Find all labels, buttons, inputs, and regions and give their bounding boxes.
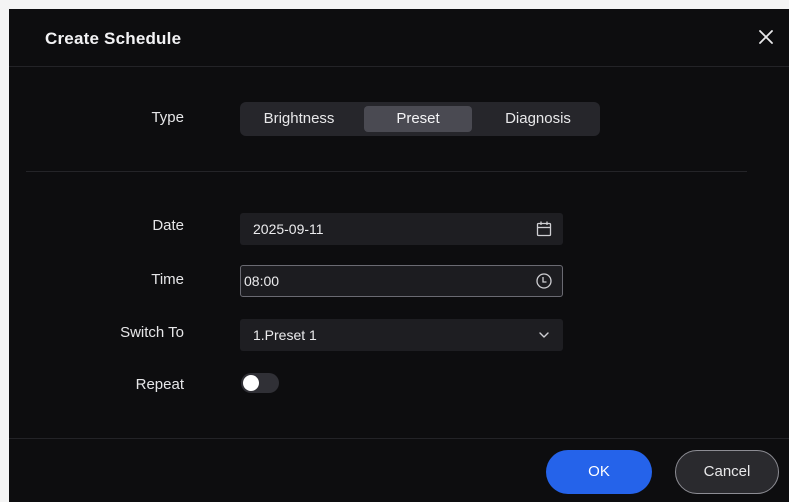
section-divider — [26, 171, 747, 172]
ok-button[interactable]: OK — [546, 450, 652, 494]
dialog-header: Create Schedule — [9, 9, 789, 67]
type-option-preset[interactable]: Preset — [364, 106, 472, 132]
cancel-button[interactable]: Cancel — [675, 450, 779, 494]
time-value: 08:00 — [244, 273, 280, 289]
create-schedule-dialog: Create Schedule Type Brightness Preset D… — [9, 9, 789, 502]
date-value: 2025-09-11 — [253, 221, 324, 237]
type-option-brightness[interactable]: Brightness — [248, 106, 350, 132]
date-field[interactable]: 2025-09-11 — [240, 213, 563, 245]
calendar-icon[interactable] — [535, 220, 553, 238]
switch-to-select[interactable]: 1.Preset 1 — [240, 319, 563, 351]
close-button[interactable] — [755, 26, 777, 48]
repeat-toggle-knob — [243, 375, 259, 391]
date-label: Date — [152, 217, 184, 234]
type-label: Type — [151, 109, 184, 126]
dialog-footer: OK Cancel — [9, 438, 789, 502]
switch-to-value: 1.Preset 1 — [253, 327, 317, 343]
chevron-down-icon — [539, 332, 549, 338]
close-icon — [759, 30, 773, 44]
repeat-label: Repeat — [135, 376, 184, 393]
clock-icon[interactable] — [535, 272, 553, 290]
dialog-title: Create Schedule — [45, 29, 182, 48]
repeat-toggle[interactable] — [241, 373, 279, 393]
switch-to-label: Switch To — [120, 324, 184, 341]
time-label: Time — [151, 271, 184, 288]
type-segmented-control: Brightness Preset Diagnosis — [240, 102, 600, 136]
type-option-diagnosis[interactable]: Diagnosis — [484, 106, 592, 132]
time-field[interactable]: 08:00 — [240, 265, 563, 297]
